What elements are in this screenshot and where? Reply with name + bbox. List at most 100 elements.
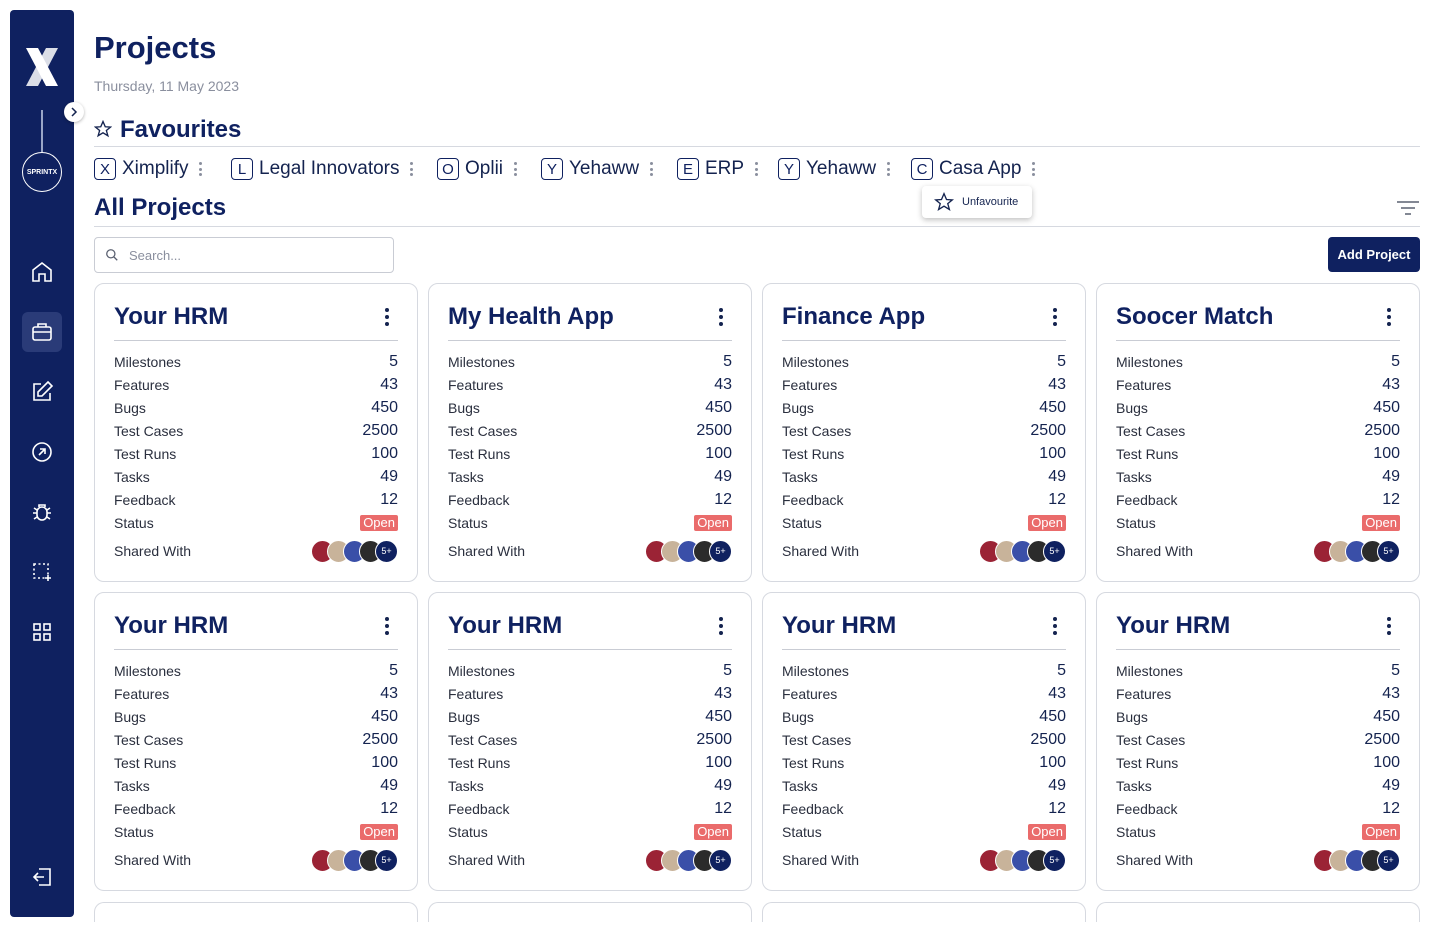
stat-row-test-cases: Test Cases 2500 bbox=[782, 728, 1066, 751]
edit-icon bbox=[33, 380, 54, 401]
avatar-group[interactable]: 5+ bbox=[311, 539, 398, 563]
avatar-group[interactable]: 5+ bbox=[1313, 539, 1400, 563]
logout-button[interactable] bbox=[22, 857, 62, 897]
stat-row-bugs: Bugs 450 bbox=[1116, 705, 1400, 728]
avatar-group[interactable]: 5+ bbox=[645, 848, 732, 872]
stat-value: 12 bbox=[714, 799, 732, 817]
favourite-item[interactable]: X Ximplify bbox=[94, 158, 203, 180]
stat-label: Milestones bbox=[1116, 662, 1183, 679]
more-vertical-icon[interactable] bbox=[1053, 617, 1057, 635]
page-date: Thursday, 11 May 2023 bbox=[94, 78, 240, 94]
nav-activity[interactable] bbox=[22, 432, 62, 472]
stat-row-status: Status Open bbox=[448, 511, 732, 534]
project-title[interactable]: Finance App bbox=[782, 303, 925, 331]
more-vertical-icon[interactable] bbox=[719, 617, 723, 635]
more-vertical-icon[interactable] bbox=[385, 617, 389, 635]
stat-row-tasks: Tasks 49 bbox=[1116, 774, 1400, 797]
search-box[interactable] bbox=[94, 237, 394, 273]
nav-apps[interactable] bbox=[22, 612, 62, 652]
nav-bugs[interactable] bbox=[22, 492, 62, 532]
more-vertical-icon[interactable] bbox=[886, 162, 890, 176]
more-members-badge[interactable]: 5+ bbox=[1377, 539, 1400, 563]
more-members-badge[interactable]: 5+ bbox=[1043, 539, 1066, 563]
favourite-item[interactable]: C Casa App bbox=[911, 158, 1035, 180]
more-members-badge[interactable]: 5+ bbox=[1377, 848, 1400, 872]
workspace-badge[interactable]: SPRINTX bbox=[22, 152, 62, 192]
more-members-badge[interactable]: 5+ bbox=[375, 848, 398, 872]
stat-value: 49 bbox=[1382, 776, 1400, 794]
stat-value: 5 bbox=[389, 661, 398, 679]
more-vertical-icon[interactable] bbox=[199, 162, 203, 176]
stat-value: 2500 bbox=[1364, 421, 1400, 439]
more-vertical-icon[interactable] bbox=[410, 162, 414, 176]
filter-icon[interactable] bbox=[1396, 200, 1420, 216]
more-members-badge[interactable]: 5+ bbox=[709, 848, 732, 872]
stat-value: 5 bbox=[1391, 661, 1400, 679]
stat-label: Shared With bbox=[1116, 543, 1194, 559]
project-stats: Milestones 5 Features 43 Bugs 450 Test C… bbox=[114, 350, 398, 534]
more-vertical-icon[interactable] bbox=[1053, 308, 1057, 326]
avatar-group[interactable]: 5+ bbox=[645, 539, 732, 563]
stat-value: 43 bbox=[1048, 684, 1066, 702]
avatar-group[interactable]: 5+ bbox=[311, 848, 398, 872]
project-title[interactable]: My Health App bbox=[448, 303, 614, 331]
project-card[interactable]: Your HRM Milestones 5 Features 43 Bugs 4… bbox=[1096, 592, 1420, 891]
stat-row-test-runs: Test Runs 100 bbox=[782, 751, 1066, 774]
more-members-badge[interactable]: 5+ bbox=[709, 539, 732, 563]
favourite-item[interactable]: Y Yehaww bbox=[541, 158, 653, 180]
project-title[interactable]: Your HRM bbox=[114, 612, 228, 640]
stat-row-features: Features 43 bbox=[1116, 682, 1400, 705]
project-title[interactable]: Your HRM bbox=[448, 612, 562, 640]
unfavourite-menu-item[interactable]: Unfavourite bbox=[922, 186, 1032, 218]
more-members-badge[interactable]: 5+ bbox=[375, 539, 398, 563]
nav-edit[interactable] bbox=[22, 372, 62, 412]
more-vertical-icon[interactable] bbox=[385, 308, 389, 326]
project-card[interactable]: Finance App Milestones 5 Features 43 Bug… bbox=[762, 283, 1086, 582]
stat-label: Feedback bbox=[782, 491, 844, 508]
favourite-item[interactable]: O Oplii bbox=[437, 158, 517, 180]
project-card[interactable]: My Health App Milestones 5 Features 43 B… bbox=[428, 283, 752, 582]
more-vertical-icon[interactable] bbox=[649, 162, 653, 176]
more-vertical-icon[interactable] bbox=[513, 162, 517, 176]
avatar-group[interactable]: 5+ bbox=[1313, 848, 1400, 872]
card-divider bbox=[114, 340, 398, 341]
favourite-item[interactable]: L Legal Innovators bbox=[231, 158, 414, 180]
project-card[interactable]: Your HRM Milestones 5 Features 43 Bugs 4… bbox=[428, 592, 752, 891]
favourite-letter: E bbox=[677, 158, 699, 180]
project-title[interactable]: Your HRM bbox=[1116, 612, 1230, 640]
more-vertical-icon[interactable] bbox=[1387, 617, 1391, 635]
project-card[interactable]: Your HRM Milestones 5 Features 43 Bugs 4… bbox=[94, 283, 418, 582]
project-card[interactable]: Your HRM Milestones 5 Features 43 Bugs 4… bbox=[762, 592, 1086, 891]
project-card[interactable]: Your HRM Milestones 5 Features 43 Bugs 4… bbox=[94, 592, 418, 891]
stat-label: Bugs bbox=[782, 399, 814, 416]
shared-with-row: Shared With 5+ bbox=[114, 539, 398, 563]
stat-row-features: Features 43 bbox=[448, 373, 732, 396]
stat-value: 5 bbox=[1057, 661, 1066, 679]
nav-home[interactable] bbox=[22, 252, 62, 292]
stat-row-bugs: Bugs 450 bbox=[114, 396, 398, 419]
project-title[interactable]: Soocer Match bbox=[1116, 303, 1273, 331]
favourite-item[interactable]: Y Yehaww bbox=[778, 158, 890, 180]
add-project-button[interactable]: Add Project bbox=[1328, 237, 1420, 272]
more-vertical-icon[interactable] bbox=[1387, 308, 1391, 326]
stat-label: Shared With bbox=[782, 543, 860, 559]
avatar-group[interactable]: 5+ bbox=[979, 848, 1066, 872]
stat-row-feedback: Feedback 12 bbox=[782, 488, 1066, 511]
more-vertical-icon[interactable] bbox=[1031, 162, 1035, 176]
status-badge: Open bbox=[1028, 823, 1066, 840]
favourite-item[interactable]: E ERP bbox=[677, 158, 758, 180]
more-vertical-icon[interactable] bbox=[754, 162, 758, 176]
project-title[interactable]: Your HRM bbox=[114, 303, 228, 331]
nav-select[interactable] bbox=[22, 552, 62, 592]
stat-label: Status bbox=[1116, 514, 1156, 531]
project-card[interactable]: Soocer Match Milestones 5 Features 43 Bu… bbox=[1096, 283, 1420, 582]
sidebar-expand-button[interactable] bbox=[64, 102, 84, 122]
project-title[interactable]: Your HRM bbox=[782, 612, 896, 640]
more-vertical-icon[interactable] bbox=[719, 308, 723, 326]
avatar-group[interactable]: 5+ bbox=[979, 539, 1066, 563]
favourite-name: Ximplify bbox=[122, 158, 189, 179]
nav-projects[interactable] bbox=[22, 312, 62, 352]
more-members-badge[interactable]: 5+ bbox=[1043, 848, 1066, 872]
search-input[interactable] bbox=[129, 247, 369, 263]
project-stats: Milestones 5 Features 43 Bugs 450 Test C… bbox=[1116, 350, 1400, 534]
